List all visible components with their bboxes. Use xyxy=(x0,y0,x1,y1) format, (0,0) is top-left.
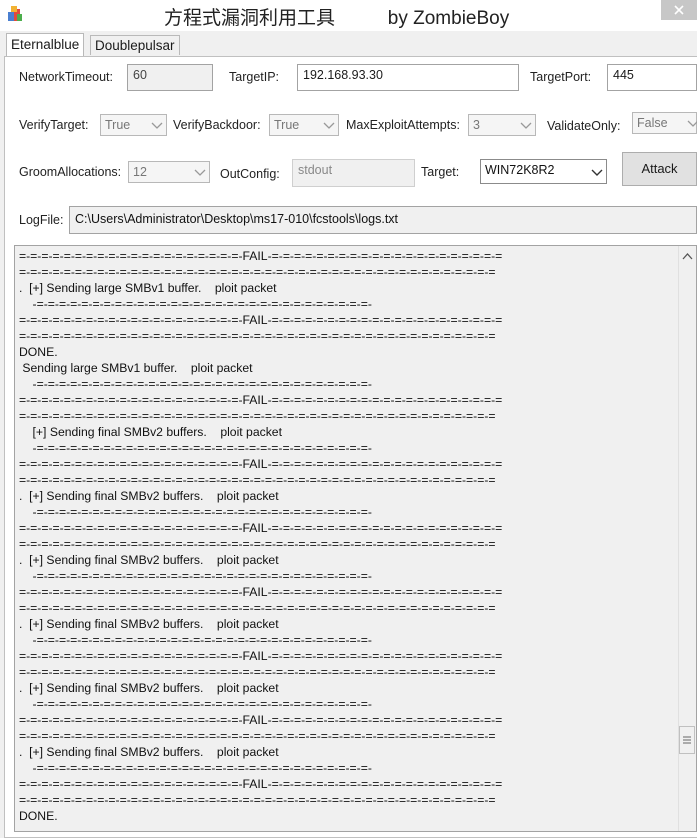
target-label: Target: xyxy=(421,165,460,179)
log-line: -=-=-=-=-=-=-=-=-=-=-=-=-=-=-=-=-=-=-=-=… xyxy=(19,697,372,711)
max-exploit-attempts-label: MaxExploitAttempts: xyxy=(346,118,460,132)
log-scrollbar[interactable] xyxy=(678,246,696,831)
chevron-down-icon xyxy=(323,122,335,129)
log-line: -=-=-=-=-=-=-=-=-=-=-=-=-=-=-=-=-=-=-=-=… xyxy=(19,761,372,775)
log-line: =-=-=-=-=-=-=-=-=-=-=-=-=-=-=-=-=-=-=-=-… xyxy=(19,585,503,599)
chevron-down-icon xyxy=(520,122,532,129)
log-line: [+] Sending final SMBv2 buffers. ploit p… xyxy=(19,425,282,439)
log-line: . [+] Sending large SMBv1 buffer. ploit … xyxy=(19,281,277,295)
log-line: =-=-=-=-=-=-=-=-=-=-=-=-=-=-=-=-=-=-=-=-… xyxy=(19,249,503,263)
target-ip-field[interactable]: 192.168.93.30 xyxy=(297,64,519,91)
log-line: -=-=-=-=-=-=-=-=-=-=-=-=-=-=-=-=-=-=-=-=… xyxy=(19,441,372,455)
log-line: =-=-=-=-=-=-=-=-=-=-=-=-=-=-=-=-=-=-=-=-… xyxy=(19,777,503,791)
log-line: =-=-=-=-=-=-=-=-=-=-=-=-=-=-=-=-=-=-=-=-… xyxy=(19,265,496,279)
log-line: =-=-=-=-=-=-=-=-=-=-=-=-=-=-=-=-=-=-=-=-… xyxy=(19,313,503,327)
log-output[interactable]: =-=-=-=-=-=-=-=-=-=-=-=-=-=-=-=-=-=-=-=-… xyxy=(14,245,697,832)
groom-allocations-label: GroomAllocations: xyxy=(19,165,122,179)
app-icon xyxy=(8,6,22,21)
log-line: . [+] Sending final SMBv2 buffers. ploit… xyxy=(19,617,279,631)
log-line: . [+] Sending final SMBv2 buffers. ploit… xyxy=(19,681,279,695)
chevron-down-icon xyxy=(151,122,163,129)
groom-allocations-value: 12 xyxy=(133,165,147,179)
log-line: -=-=-=-=-=-=-=-=-=-=-=-=-=-=-=-=-=-=-=-=… xyxy=(19,505,372,519)
chevron-down-icon xyxy=(194,169,206,176)
verify-target-label: VerifyTarget: xyxy=(19,118,89,132)
validate-only-value: False xyxy=(637,116,668,130)
attack-button[interactable]: Attack xyxy=(622,152,697,186)
verify-backdoor-label: VerifyBackdoor: xyxy=(173,118,261,132)
network-timeout-label: NetworkTimeout: xyxy=(19,70,114,84)
log-line: =-=-=-=-=-=-=-=-=-=-=-=-=-=-=-=-=-=-=-=-… xyxy=(19,729,496,743)
log-line: Sending large SMBv1 buffer. ploit packet xyxy=(19,361,253,375)
window-close-icon xyxy=(674,5,684,15)
max-exploit-attempts-select[interactable]: 3 xyxy=(468,114,536,136)
tab-strip: Eternalblue Doublepulsar xyxy=(0,32,697,56)
verify-target-select[interactable]: True xyxy=(100,114,167,136)
verify-backdoor-select[interactable]: True xyxy=(269,114,339,136)
target-port-label: TargetPort: xyxy=(530,70,592,84)
log-lines: =-=-=-=-=-=-=-=-=-=-=-=-=-=-=-=-=-=-=-=-… xyxy=(19,248,679,824)
tab-eternalblue[interactable]: Eternalblue xyxy=(6,33,85,56)
network-timeout-field[interactable]: 60 xyxy=(127,64,213,91)
logfile-field[interactable]: C:\Users\Administrator\Desktop\ms17-010\… xyxy=(69,206,697,234)
log-line: =-=-=-=-=-=-=-=-=-=-=-=-=-=-=-=-=-=-=-=-… xyxy=(19,649,503,663)
log-line: . [+] Sending final SMBv2 buffers. ploit… xyxy=(19,745,279,759)
log-line: DONE. xyxy=(19,345,58,359)
log-line: -=-=-=-=-=-=-=-=-=-=-=-=-=-=-=-=-=-=-=-=… xyxy=(19,633,372,647)
tab-doublepulsar[interactable]: Doublepulsar xyxy=(90,35,180,55)
chevron-down-icon xyxy=(687,120,697,127)
window-close-button[interactable] xyxy=(661,0,697,20)
target-port-field[interactable]: 445 xyxy=(607,64,697,91)
window-titlebar: 方程式漏洞利用工具 by ZombieBoy xyxy=(0,0,697,31)
window-title: 方程式漏洞利用工具 by ZombieBoy xyxy=(164,8,510,29)
log-line: . [+] Sending final SMBv2 buffers. ploit… xyxy=(19,489,279,503)
log-line: =-=-=-=-=-=-=-=-=-=-=-=-=-=-=-=-=-=-=-=-… xyxy=(19,537,496,551)
log-line: DONE. xyxy=(19,809,58,823)
log-line: -=-=-=-=-=-=-=-=-=-=-=-=-=-=-=-=-=-=-=-=… xyxy=(19,377,372,391)
log-line: -=-=-=-=-=-=-=-=-=-=-=-=-=-=-=-=-=-=-=-=… xyxy=(19,297,372,311)
log-line: . [+] Sending final SMBv2 buffers. ploit… xyxy=(19,553,279,567)
log-line: =-=-=-=-=-=-=-=-=-=-=-=-=-=-=-=-=-=-=-=-… xyxy=(19,393,503,407)
log-line: =-=-=-=-=-=-=-=-=-=-=-=-=-=-=-=-=-=-=-=-… xyxy=(19,409,496,423)
log-line: =-=-=-=-=-=-=-=-=-=-=-=-=-=-=-=-=-=-=-=-… xyxy=(19,665,496,679)
log-line: =-=-=-=-=-=-=-=-=-=-=-=-=-=-=-=-=-=-=-=-… xyxy=(19,457,503,471)
scrollbar-thumb-grip-icon xyxy=(683,736,691,744)
out-config-field[interactable]: stdout xyxy=(292,159,415,187)
groom-allocations-select[interactable]: 12 xyxy=(128,161,210,183)
chevron-down-icon xyxy=(591,169,603,176)
target-value: WIN72K8R2 xyxy=(485,163,555,177)
log-line: -=-=-=-=-=-=-=-=-=-=-=-=-=-=-=-=-=-=-=-=… xyxy=(19,569,372,583)
log-line: =-=-=-=-=-=-=-=-=-=-=-=-=-=-=-=-=-=-=-=-… xyxy=(19,793,496,807)
validate-only-select[interactable]: False xyxy=(632,112,697,134)
target-select[interactable]: WIN72K8R2 xyxy=(480,159,607,184)
log-line: =-=-=-=-=-=-=-=-=-=-=-=-=-=-=-=-=-=-=-=-… xyxy=(19,473,496,487)
log-line: =-=-=-=-=-=-=-=-=-=-=-=-=-=-=-=-=-=-=-=-… xyxy=(19,601,496,615)
scrollbar-thumb[interactable] xyxy=(679,726,695,754)
target-ip-label: TargetIP: xyxy=(229,70,280,84)
log-line: =-=-=-=-=-=-=-=-=-=-=-=-=-=-=-=-=-=-=-=-… xyxy=(19,521,503,535)
max-exploit-attempts-value: 3 xyxy=(473,118,480,132)
log-line: =-=-=-=-=-=-=-=-=-=-=-=-=-=-=-=-=-=-=-=-… xyxy=(19,713,503,727)
logfile-label: LogFile: xyxy=(19,213,64,227)
scroll-up-arrow-icon[interactable] xyxy=(679,248,696,265)
validate-only-label: ValidateOnly: xyxy=(547,119,621,133)
log-line: =-=-=-=-=-=-=-=-=-=-=-=-=-=-=-=-=-=-=-=-… xyxy=(19,329,496,343)
out-config-label: OutConfig: xyxy=(220,167,280,181)
verify-target-value: True xyxy=(105,118,131,132)
verify-backdoor-value: True xyxy=(274,118,300,132)
